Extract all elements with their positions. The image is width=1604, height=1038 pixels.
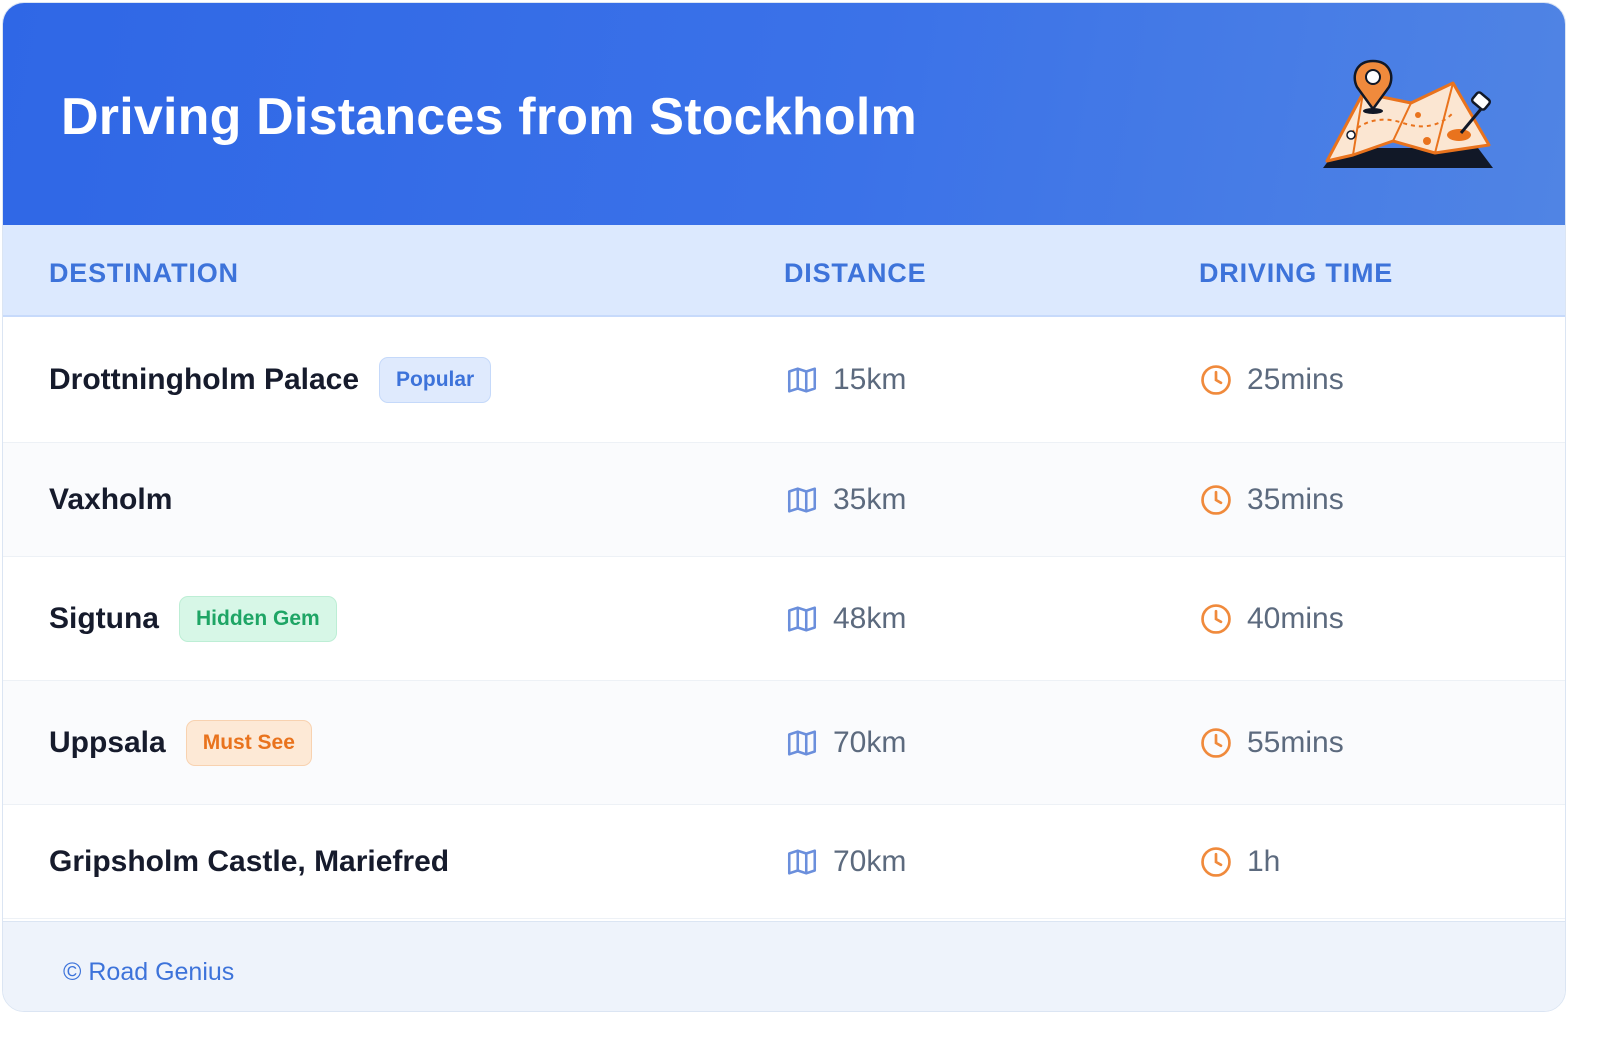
clock-icon — [1199, 363, 1233, 397]
table-row: Uppsala Must See 70km 55mins — [3, 681, 1565, 805]
time-value: 55mins — [1247, 725, 1344, 759]
destination-name: Uppsala — [49, 725, 166, 759]
distance-cell: 48km — [785, 557, 906, 680]
destination-cell: Drottningholm Palace Popular — [49, 317, 492, 442]
distance-value: 35km — [833, 482, 907, 516]
table-header: DESTINATION DISTANCE DRIVING TIME — [3, 225, 1565, 317]
distance-card: Driving Distances from Stockholm DESTINA… — [2, 2, 1566, 1012]
destination-cell: Vaxholm — [49, 443, 172, 556]
tag-badge: Must See — [185, 719, 312, 766]
time-cell: 55mins — [1199, 681, 1344, 804]
card-header: Driving Distances from Stockholm — [3, 3, 1565, 225]
distance-value: 70km — [833, 725, 907, 759]
table-row: Drottningholm Palace Popular 15km 25mins — [3, 317, 1565, 443]
table-row: Gripsholm Castle, Mariefred 70km 1h — [3, 805, 1565, 919]
time-value: 35mins — [1247, 482, 1344, 516]
column-header-destination: DESTINATION — [49, 258, 239, 288]
column-header-distance: DISTANCE — [784, 258, 927, 288]
map-icon — [785, 483, 819, 517]
clock-icon — [1199, 483, 1233, 517]
table-body: Drottningholm Palace Popular 15km 25mins Vax… — [3, 317, 1565, 919]
distance-value: 48km — [833, 601, 907, 635]
map-icon — [785, 845, 819, 879]
time-value: 40mins — [1247, 601, 1344, 635]
clock-icon — [1199, 845, 1233, 879]
table-row: Vaxholm 35km 35mins — [3, 443, 1565, 557]
page-title: Driving Distances from Stockholm — [61, 88, 917, 146]
distance-cell: 35km — [785, 443, 906, 556]
time-cell: 35mins — [1199, 443, 1344, 556]
destination-name: Vaxholm — [49, 482, 173, 516]
time-cell: 40mins — [1199, 557, 1344, 680]
destination-cell: Uppsala Must See — [49, 681, 312, 804]
distance-cell: 70km — [785, 681, 906, 804]
card-footer: © Road Genius — [3, 921, 1565, 1011]
map-icon — [785, 363, 819, 397]
tag-badge: Hidden Gem — [179, 595, 337, 642]
time-cell: 1h — [1199, 805, 1280, 918]
map-icon — [785, 726, 819, 760]
map-with-pins-icon — [1323, 59, 1493, 168]
destination-name: Gripsholm Castle, Mariefred — [49, 844, 450, 878]
map-icon — [785, 602, 819, 636]
destination-cell: Gripsholm Castle, Mariefred — [49, 805, 449, 918]
destination-cell: Sigtuna Hidden Gem — [49, 557, 337, 680]
time-cell: 25mins — [1199, 317, 1344, 442]
destination-name: Drottningholm Palace — [49, 362, 360, 396]
distance-value: 70km — [833, 844, 907, 878]
time-value: 1h — [1247, 844, 1281, 878]
distance-cell: 15km — [785, 317, 906, 442]
clock-icon — [1199, 726, 1233, 760]
distance-cell: 70km — [785, 805, 906, 918]
distance-value: 15km — [833, 362, 907, 396]
column-header-driving-time: DRIVING TIME — [1199, 258, 1394, 288]
time-value: 25mins — [1247, 362, 1344, 396]
tag-badge: Popular — [379, 356, 492, 403]
destination-name: Sigtuna — [49, 601, 159, 635]
table-row: Sigtuna Hidden Gem 48km 40mins — [3, 557, 1565, 681]
clock-icon — [1199, 602, 1233, 636]
copyright-text: © Road Genius — [63, 958, 235, 986]
